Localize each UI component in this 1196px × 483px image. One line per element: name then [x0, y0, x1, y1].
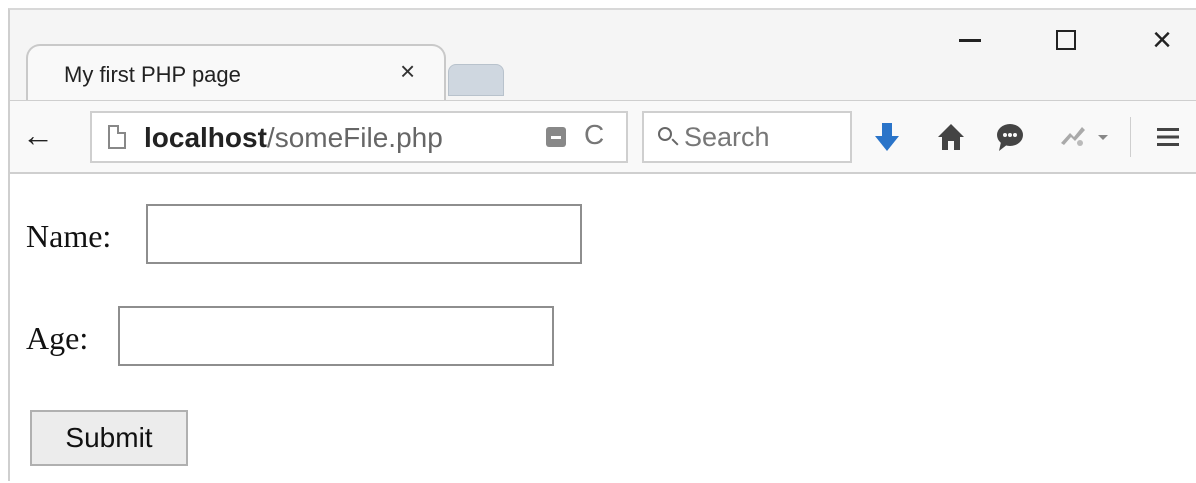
download-button[interactable] [870, 117, 904, 157]
chat-icon [997, 124, 1023, 151]
home-icon [938, 124, 964, 150]
reload-icon[interactable]: C [584, 119, 604, 151]
menu-button[interactable] [1150, 117, 1186, 157]
hamburger-menu-icon [1157, 128, 1179, 146]
name-field[interactable] [146, 204, 582, 264]
search-placeholder: Search [684, 122, 770, 152]
dropdown-icon [1098, 135, 1108, 140]
url-text: localhost/someFile.php [144, 121, 443, 155]
submit-button[interactable]: Submit [30, 410, 188, 466]
tab-active[interactable]: My first PHP page × [26, 44, 446, 102]
extension-icon [1061, 127, 1085, 146]
maximize-button[interactable] [1038, 18, 1094, 62]
back-arrow-icon[interactable]: ← [22, 119, 54, 151]
age-field[interactable] [118, 306, 554, 366]
chat-button[interactable] [992, 117, 1028, 157]
home-button[interactable] [932, 117, 970, 157]
reader-view-icon[interactable] [546, 127, 566, 147]
page-icon [108, 125, 126, 149]
age-label: Age: [26, 320, 89, 356]
download-icon [875, 123, 899, 151]
minimize-button[interactable] [942, 18, 998, 62]
toolbar-divider [1130, 117, 1131, 157]
browser-window: My first PHP page × × ← localhost/someFi… [8, 8, 1196, 483]
minimize-icon [959, 38, 981, 42]
tab-title: My first PHP page [64, 62, 241, 87]
name-label: Name: [26, 218, 112, 254]
new-tab-button[interactable] [448, 64, 504, 96]
extension-button[interactable] [1054, 117, 1114, 157]
search-icon [658, 127, 672, 141]
tab-close-icon[interactable]: × [400, 56, 415, 87]
title-bar: My first PHP page × × [10, 10, 1196, 102]
close-window-button[interactable]: × [1134, 18, 1190, 62]
maximize-icon [1056, 30, 1076, 50]
url-host: localhost [144, 122, 267, 153]
search-input[interactable]: Search [642, 111, 852, 163]
address-bar[interactable]: localhost/someFile.php C [90, 111, 628, 163]
page-content: Name: Age: Submit [10, 174, 1196, 483]
navigation-toolbar: ← localhost/someFile.php C Search [10, 100, 1196, 174]
url-path: /someFile.php [266, 122, 443, 153]
